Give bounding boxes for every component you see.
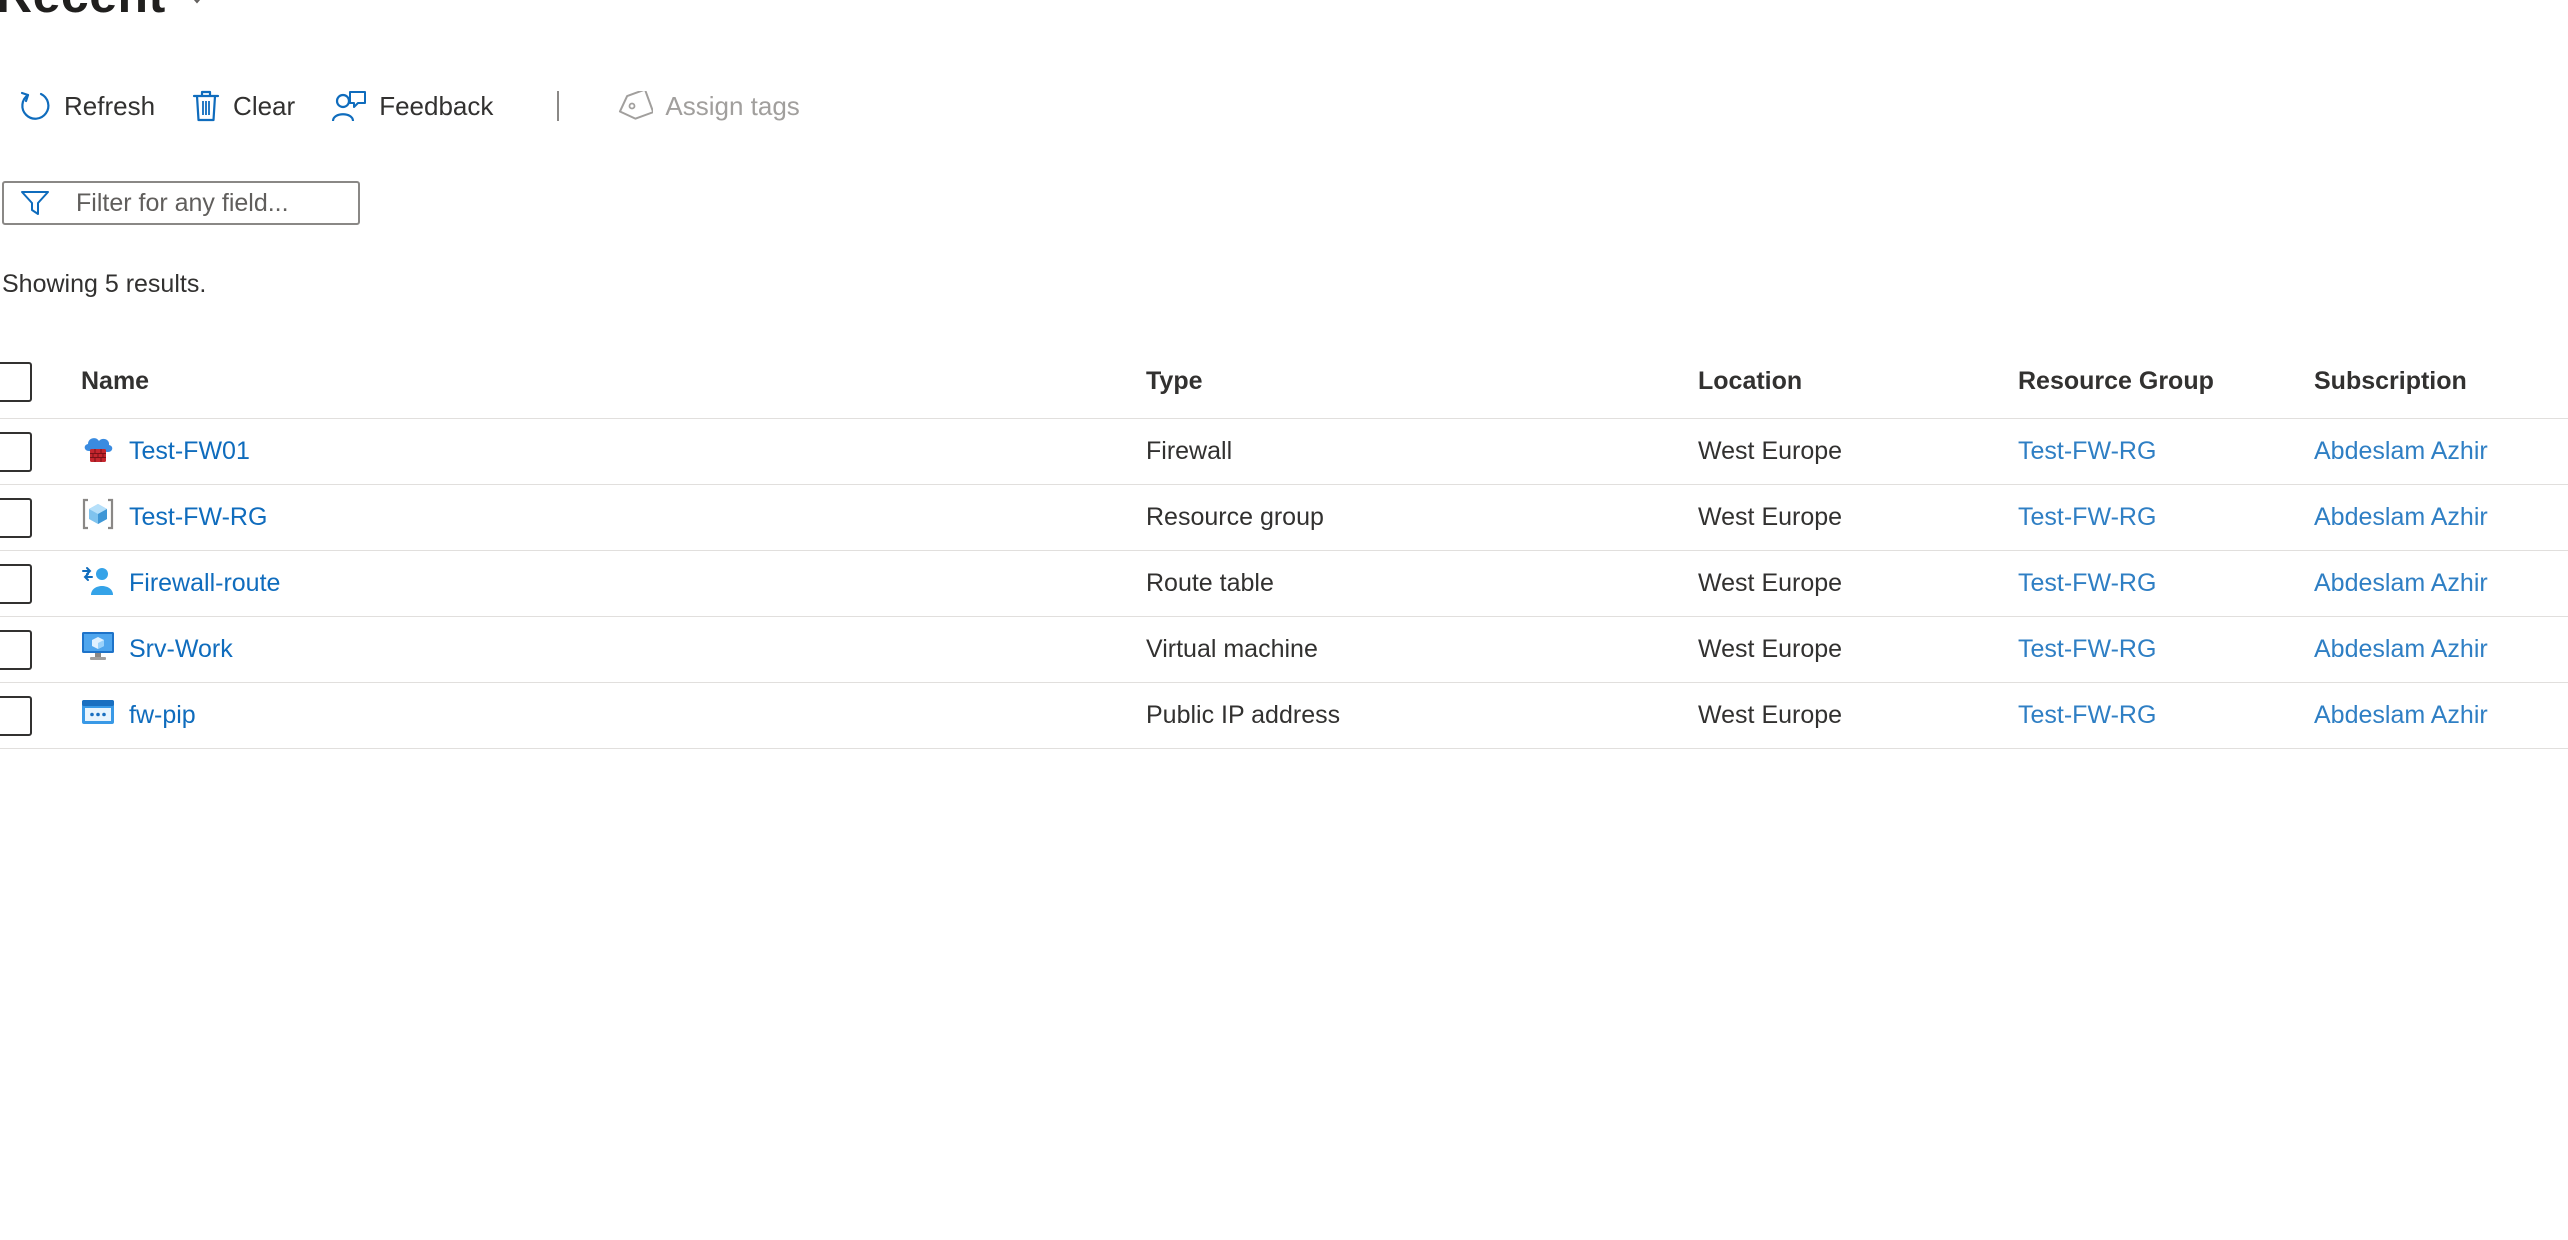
refresh-icon: [20, 91, 50, 120]
filter-box[interactable]: [2, 181, 360, 225]
table-row: Firewall-route Route table West Europe T…: [0, 551, 2568, 617]
resource-group-link[interactable]: Test-FW-RG: [2018, 635, 2156, 664]
resource-table: Name Type Location Resource Group Subscr…: [0, 345, 2568, 749]
route-table-icon: [82, 566, 113, 595]
name-cell: Srv-Work: [81, 617, 233, 682]
name-cell: Firewall-route: [81, 551, 280, 616]
type-cell: Public IP address: [1146, 701, 1341, 729]
type-cell: Virtual machine: [1146, 635, 1318, 663]
select-all-checkbox[interactable]: [0, 361, 32, 402]
refresh-label: Refresh: [64, 90, 156, 121]
refresh-button[interactable]: Refresh: [18, 82, 155, 130]
location-cell: West Europe: [1698, 437, 1843, 465]
table-header: Name Type Location Resource Group Subscr…: [0, 345, 2568, 419]
resource-name-link[interactable]: Test-FW01: [129, 437, 250, 466]
subscription-cell: Abdeslam Azhir: [2314, 617, 2488, 682]
resource-group-icon: [82, 498, 114, 529]
column-header-location[interactable]: Location: [1698, 345, 1802, 418]
name-cell: Test-FW-RG: [81, 485, 267, 550]
subscription-link[interactable]: Abdeslam Azhir: [2314, 569, 2488, 598]
resource-name-link[interactable]: Firewall-route: [129, 569, 280, 598]
resource-group-cell: Test-FW-RG: [2018, 617, 2156, 682]
public-ip-icon: [82, 699, 114, 724]
name-cell: Test-FW01: [81, 419, 250, 484]
row-select-cell: [0, 683, 34, 748]
trash-icon: [192, 90, 220, 122]
column-header-subscription[interactable]: Subscription: [2314, 345, 2467, 418]
row-checkbox[interactable]: [0, 563, 32, 604]
subscription-link[interactable]: Abdeslam Azhir: [2314, 503, 2488, 532]
table-row: Srv-Work Virtual machine West Europe Tes…: [0, 617, 2568, 683]
row-select-cell: [0, 617, 34, 682]
location-cell: West Europe: [1698, 635, 1843, 663]
subscription-cell: Abdeslam Azhir: [2314, 485, 2488, 550]
clear-label: Clear: [233, 90, 296, 121]
clear-button[interactable]: Clear: [191, 82, 295, 130]
resource-name-link[interactable]: Test-FW-RG: [129, 503, 267, 532]
type-cell: Route table: [1146, 569, 1274, 597]
virtual-machine-icon: [82, 631, 114, 660]
type-cell: Firewall: [1146, 437, 1233, 465]
resource-group-cell: Test-FW-RG: [2018, 419, 2156, 484]
subscription-cell: Abdeslam Azhir: [2314, 551, 2488, 616]
resource-name-link[interactable]: Srv-Work: [129, 635, 233, 664]
resource-group-link[interactable]: Test-FW-RG: [2018, 437, 2156, 466]
assign-tags-label: Assign tags: [665, 90, 800, 121]
type-cell: Resource group: [1146, 503, 1324, 531]
result-count: Showing 5 results.: [2, 270, 207, 298]
resource-group-cell: Test-FW-RG: [2018, 551, 2156, 616]
row-select-cell: [0, 551, 34, 616]
filter-icon: [21, 191, 49, 215]
row-checkbox[interactable]: [0, 695, 32, 736]
chevron-down-icon[interactable]: [190, 0, 204, 4]
row-checkbox[interactable]: [0, 431, 32, 472]
feedback-button[interactable]: Feedback: [331, 82, 493, 130]
resource-group-cell: Test-FW-RG: [2018, 683, 2156, 748]
column-header-type[interactable]: Type: [1146, 345, 1203, 418]
subscription-cell: Abdeslam Azhir: [2314, 683, 2488, 748]
row-select-cell: [0, 485, 34, 550]
firewall-icon: [84, 437, 113, 462]
subscription-link[interactable]: Abdeslam Azhir: [2314, 701, 2488, 730]
feedback-person-icon: [332, 91, 367, 122]
row-checkbox[interactable]: [0, 629, 32, 670]
resource-name-link[interactable]: fw-pip: [129, 701, 196, 730]
toolbar-divider: [557, 91, 560, 121]
command-bar: Refresh Clear Feedback Assign tags: [18, 82, 836, 130]
page-title: Recent: [0, 0, 166, 24]
tag-icon: [619, 91, 654, 120]
location-cell: West Europe: [1698, 701, 1843, 729]
resource-group-link[interactable]: Test-FW-RG: [2018, 503, 2156, 532]
location-cell: West Europe: [1698, 569, 1843, 597]
subscription-link[interactable]: Abdeslam Azhir: [2314, 635, 2488, 664]
select-all-cell: [0, 345, 34, 418]
resource-group-cell: Test-FW-RG: [2018, 485, 2156, 550]
filter-input[interactable]: [76, 188, 346, 218]
name-cell: fw-pip: [81, 683, 196, 748]
subscription-cell: Abdeslam Azhir: [2314, 419, 2488, 484]
table-row: Test-FW-RG Resource group West Europe Te…: [0, 485, 2568, 551]
assign-tags-button[interactable]: Assign tags: [617, 82, 800, 130]
page: Recent Refresh Clear: [0, 0, 2568, 1240]
subscription-link[interactable]: Abdeslam Azhir: [2314, 437, 2488, 466]
table-row: fw-pip Public IP address West Europe Tes…: [0, 683, 2568, 749]
row-select-cell: [0, 419, 34, 484]
resource-group-link[interactable]: Test-FW-RG: [2018, 569, 2156, 598]
feedback-label: Feedback: [379, 90, 494, 121]
resource-group-link[interactable]: Test-FW-RG: [2018, 701, 2156, 730]
table-row: Test-FW01 Firewall West Europe Test-FW-R…: [0, 419, 2568, 485]
column-header-resource-group[interactable]: Resource Group: [2018, 345, 2214, 418]
row-checkbox[interactable]: [0, 497, 32, 538]
column-header-name[interactable]: Name: [81, 345, 149, 418]
location-cell: West Europe: [1698, 503, 1843, 531]
